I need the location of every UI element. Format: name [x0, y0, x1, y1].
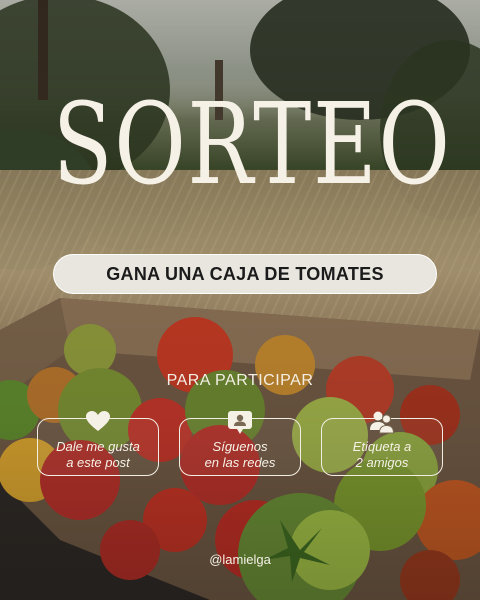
step-tag-line1: Etiqueta a — [352, 439, 412, 454]
user-card-icon — [228, 411, 252, 434]
page-title: SORTEO — [52, 80, 452, 210]
prize-label: GANA UNA CAJA DE TOMATES — [106, 263, 384, 284]
step-follow-line2: en las redes — [204, 455, 276, 470]
step-tag-text: Etiqueta a 2 amigos — [322, 439, 442, 471]
step-like-text: Dale me gusta a este post — [38, 439, 158, 471]
step-like-post: Dale me gusta a este post — [37, 411, 159, 476]
users-icon — [370, 411, 395, 434]
step-like-line1: Dale me gusta — [56, 439, 140, 454]
heart-icon — [86, 411, 110, 431]
step-follow-line1: Síguenos — [212, 439, 268, 454]
giveaway-post: SORTEO GANA UNA CAJA DE TOMATES PARA PAR… — [0, 0, 480, 600]
account-handle[interactable]: @lamielga — [0, 552, 480, 567]
step-follow-text: Síguenos en las redes — [180, 439, 300, 471]
step-follow: Síguenos en las redes — [179, 411, 301, 476]
prize-banner: GANA UNA CAJA DE TOMATES — [53, 254, 437, 294]
step-tag-friends: Etiqueta a 2 amigos — [321, 411, 443, 476]
participate-heading: PARA PARTICIPAR — [166, 372, 314, 389]
step-like-line2: a este post — [66, 455, 130, 470]
step-tag-line2: 2 amigos — [355, 455, 409, 470]
